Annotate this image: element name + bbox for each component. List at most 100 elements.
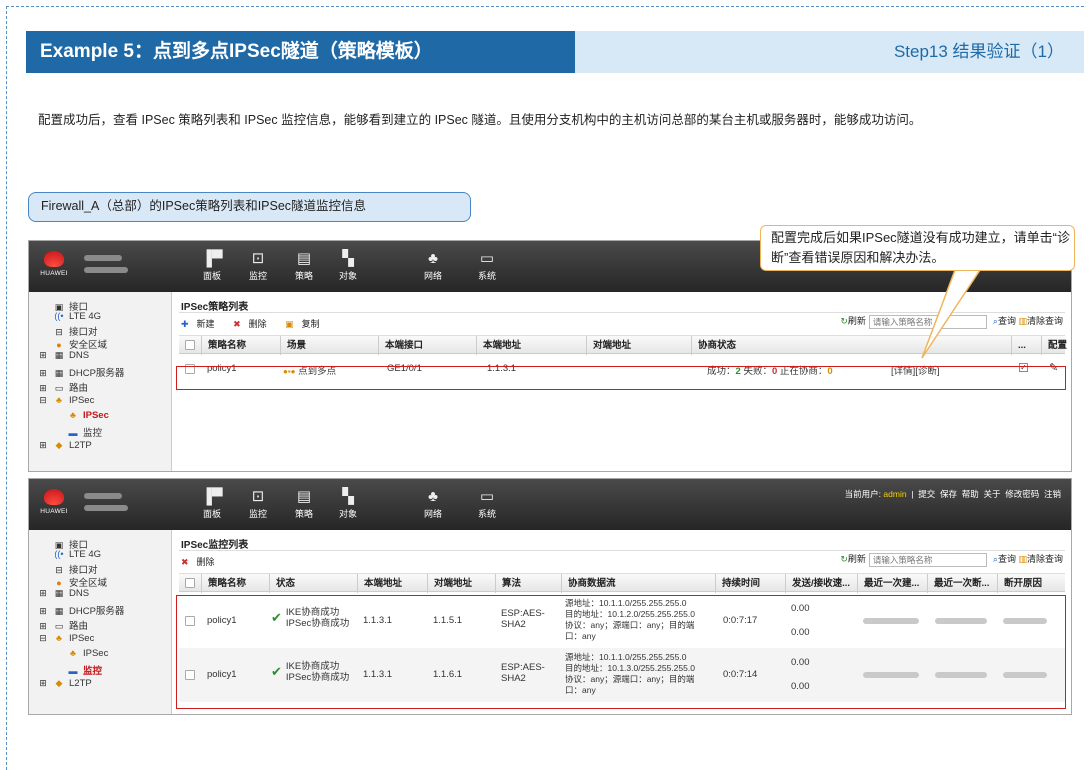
nav-network[interactable]: ♣ 网络 — [418, 249, 448, 282]
caption-chip: Firewall_A（总部）的IPSec策略列表和IPSec隧道监控信息 — [28, 192, 471, 222]
column-header[interactable]: 对端地址 — [427, 574, 495, 593]
column-header[interactable]: 本端接口 — [378, 336, 476, 355]
top-navbar: HUAWEI ▐▀ 面板 ⊡ 监控 ▤ 策略 ▚ 对象 ♣ 网络 ▭ 系统 当前用户: ad… — [29, 479, 1071, 530]
current-user: admin — [883, 489, 907, 499]
column-header[interactable]: 持续时间 — [715, 574, 785, 593]
column-header[interactable]: 对端地址 — [586, 336, 691, 355]
route-icon: ▭ — [54, 621, 64, 631]
l2tp-icon: ◆ — [55, 440, 63, 450]
clear-query-button[interactable]: ▥清除查询 — [1018, 316, 1063, 326]
dashed-border-top — [6, 6, 1084, 7]
sidebar-item-monitor[interactable]: ▬ 监控 — [67, 425, 103, 439]
nav-dashboard[interactable]: ▐▀ 面板 — [197, 249, 227, 282]
column-header[interactable]: 最近一次建... — [857, 574, 927, 593]
sidebar-item-dns[interactable]: ⊞ ▦ DNS — [37, 588, 89, 599]
nav-policy[interactable]: ▤ 策略 — [289, 487, 319, 520]
select-all-checkbox[interactable] — [185, 578, 195, 588]
object-icon: ▚ — [342, 250, 354, 267]
sidebar-item-l2tp[interactable]: ⊞ ◆ L2TP — [37, 678, 92, 689]
search-group: ↻刷新 ⌕查询 ▥清除查询 — [840, 552, 1063, 567]
column-header[interactable]: 断开原因 — [997, 574, 1067, 593]
huawei-logo: HUAWEI — [37, 247, 71, 287]
copy-button[interactable]: ▣ 复制 — [285, 319, 328, 329]
column-header[interactable]: 本端地址 — [476, 336, 586, 355]
about-link[interactable]: 关于 — [983, 489, 1000, 499]
delete-button[interactable]: ✖ 删除 — [233, 319, 275, 329]
expand-icon: ⊞ — [39, 588, 47, 598]
dns-icon: ▦ — [54, 588, 64, 598]
sidebar-item-interface-pair[interactable]: ⊟ 接口对 — [53, 562, 97, 576]
dashed-border-left — [6, 6, 7, 770]
column-header[interactable]: 状态 — [269, 574, 357, 593]
submit-link[interactable]: 提交 — [918, 489, 935, 499]
copy-icon: ▣ — [285, 319, 294, 329]
new-button[interactable]: ✚ 新建 — [181, 319, 223, 329]
table-header: 策略名称 场景 本端接口 本端地址 对端地址 协商状态 ... 配置 — [179, 335, 1067, 355]
nav-object[interactable]: ▚ 对象 — [333, 249, 363, 282]
column-header[interactable]: 策略名称 — [201, 574, 269, 593]
monitor-list-screenshot: HUAWEI ▐▀ 面板 ⊡ 监控 ▤ 策略 ▚ 对象 ♣ 网络 ▭ 系统 当前用户: ad… — [28, 478, 1072, 715]
column-header[interactable]: 协商数据流 — [561, 574, 715, 593]
sidebar-item-route[interactable]: ⊞ ▭ 路由 — [37, 618, 88, 632]
column-header[interactable]: 策略名称 — [201, 336, 279, 355]
sidebar-item-zone[interactable]: ● 安全区域 — [53, 575, 107, 589]
monitor-icon: ⊡ — [251, 250, 265, 267]
column-header[interactable]: 最近一次断... — [927, 574, 997, 593]
sidebar-item-l2tp[interactable]: ⊞ ◆ L2TP — [37, 440, 92, 451]
dhcp-icon: ▦ — [54, 606, 64, 616]
sidebar-item-monitor[interactable]: ▬ 监控 — [67, 663, 103, 677]
nav-system[interactable]: ▭ 系统 — [472, 249, 502, 282]
refresh-button[interactable]: ↻刷新 — [840, 316, 866, 326]
slide: Example 5：点到多点IPSec隧道（策略模板） Step13 结果验证（… — [0, 0, 1090, 770]
column-header[interactable]: 协商状态 — [691, 336, 1011, 355]
column-header[interactable]: 本端地址 — [357, 574, 427, 593]
sidebar-item-interface-pair[interactable]: ⊟ 接口对 — [53, 324, 97, 338]
column-header[interactable]: 算法 — [495, 574, 561, 593]
delete-icon: ✖ — [233, 319, 241, 329]
zone-icon: ● — [56, 578, 62, 588]
select-all-checkbox[interactable] — [185, 340, 195, 350]
search-input[interactable] — [868, 552, 987, 567]
query-button[interactable]: ⌕查询 — [993, 316, 1016, 326]
callout-note: 配置完成后如果IPSec隧道没有成功建立，请单击“诊断”查看错误原因和解决办法。 — [760, 225, 1075, 271]
column-header[interactable]: 场景 — [280, 336, 378, 355]
nav-system[interactable]: ▭ 系统 — [472, 487, 502, 520]
sidebar-item-zone[interactable]: ● 安全区域 — [53, 337, 107, 351]
nav-object[interactable]: ▚ 对象 — [333, 487, 363, 520]
logout-link[interactable]: 注销 — [1044, 489, 1061, 499]
sidebar-item-lte[interactable]: ((• LTE 4G — [53, 311, 101, 322]
search-input[interactable] — [868, 314, 987, 329]
sidebar-item-lte[interactable]: ((• LTE 4G — [53, 549, 101, 560]
ipsec-icon: ♣ — [56, 395, 62, 405]
sidebar-item-ipsec-group[interactable]: ⊟ ♣ IPSec — [37, 395, 94, 406]
query-button[interactable]: ⌕查询 — [993, 554, 1016, 564]
lte-icon: ((• — [54, 311, 64, 321]
sidebar-item-ipsec[interactable]: ♣ IPSec — [67, 648, 108, 659]
sidebar-item-route[interactable]: ⊞ ▭ 路由 — [37, 380, 88, 394]
step-label: Step13 结果验证（1） — [893, 42, 1064, 61]
refresh-button[interactable]: ↻刷新 — [840, 554, 866, 564]
save-link[interactable]: 保存 — [940, 489, 957, 499]
huawei-flower-icon — [44, 251, 64, 267]
clear-query-button[interactable]: ▥清除查询 — [1018, 554, 1063, 564]
column-header[interactable]: 配置 — [1041, 336, 1071, 355]
column-header[interactable]: ... — [1011, 336, 1041, 355]
change-password-link[interactable]: 修改密码 — [1005, 489, 1039, 499]
help-link[interactable]: 帮助 — [962, 489, 979, 499]
nav-policy[interactable]: ▤ 策略 — [289, 249, 319, 282]
delete-button[interactable]: ✖ 删除 — [181, 557, 223, 567]
nav-monitor[interactable]: ⊡ 监控 — [243, 487, 273, 520]
sidebar-item-ipsec-group[interactable]: ⊟ ♣ IPSec — [37, 633, 94, 644]
nav-network[interactable]: ♣ 网络 — [418, 487, 448, 520]
object-icon: ▚ — [342, 488, 354, 505]
nav-monitor[interactable]: ⊡ 监控 — [243, 249, 273, 282]
sidebar-item-ipsec[interactable]: ♣ IPSec — [67, 410, 109, 421]
sidebar: ▣ 接口 ((• LTE 4G ⊟ 接口对 ● 安全区域 ⊞ ▦ DNS ⊞ ▦ DHCP服务器… — [29, 530, 172, 714]
nav-dashboard[interactable]: ▐▀ 面板 — [197, 487, 227, 520]
monitor-icon: ⊡ — [251, 488, 265, 505]
sidebar-item-dhcp[interactable]: ⊞ ▦ DHCP服务器 — [37, 365, 124, 379]
column-header[interactable]: 发送/接收速... — [785, 574, 857, 593]
sidebar-item-dhcp[interactable]: ⊞ ▦ DHCP服务器 — [37, 603, 124, 617]
sidebar-item-dns[interactable]: ⊞ ▦ DNS — [37, 350, 89, 361]
monitor-icon: ▬ — [68, 666, 78, 676]
